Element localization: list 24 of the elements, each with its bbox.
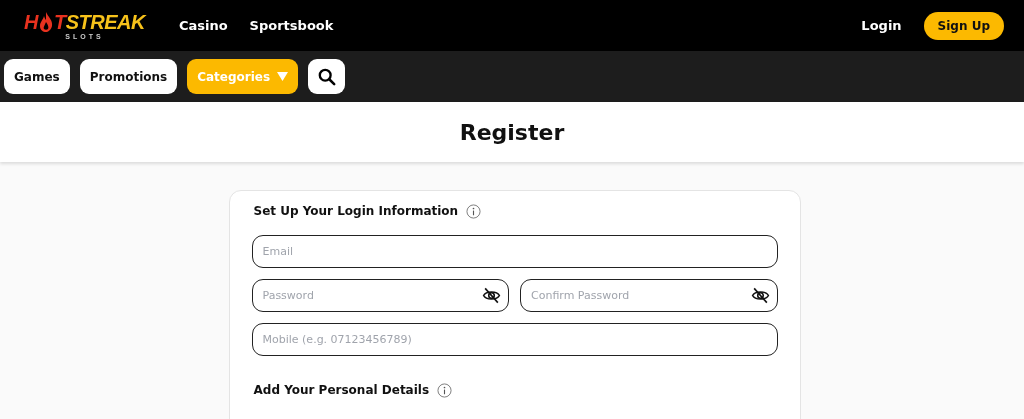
nav-link[interactable]: Sportsbook (249, 18, 334, 33)
search-button[interactable] (308, 59, 346, 94)
nav-link[interactable]: Casino (178, 18, 228, 33)
password-field[interactable]: Confirm Password (520, 279, 778, 312)
nav-button[interactable]: Promotions (79, 59, 178, 94)
login-link[interactable]: Login (861, 18, 902, 33)
info-icon[interactable] (437, 382, 453, 398)
nav-button[interactable]: Games (4, 59, 70, 94)
caret-icon (277, 72, 289, 81)
password-field[interactable]: Password (251, 279, 509, 312)
input-field[interactable]: Mobile (e.g. 07123456789) (251, 323, 778, 356)
logo-text[interactable]: H (24, 11, 38, 33)
page-title: Register (459, 119, 565, 145)
logo-text[interactable]: T (53, 11, 66, 33)
section-title: Set Up Your Login Information (253, 204, 459, 218)
search-icon (317, 67, 336, 86)
signup-button[interactable]: Sign Up (923, 11, 1004, 40)
input-field[interactable]: Email (251, 235, 778, 268)
eye-slash-icon[interactable] (750, 286, 770, 305)
section-title: Add Your Personal Details (253, 383, 430, 397)
flame-icon (38, 12, 53, 32)
eye-slash-icon[interactable] (482, 286, 501, 305)
logo-text[interactable]: STREAK (65, 11, 145, 33)
info-icon[interactable] (466, 203, 482, 219)
